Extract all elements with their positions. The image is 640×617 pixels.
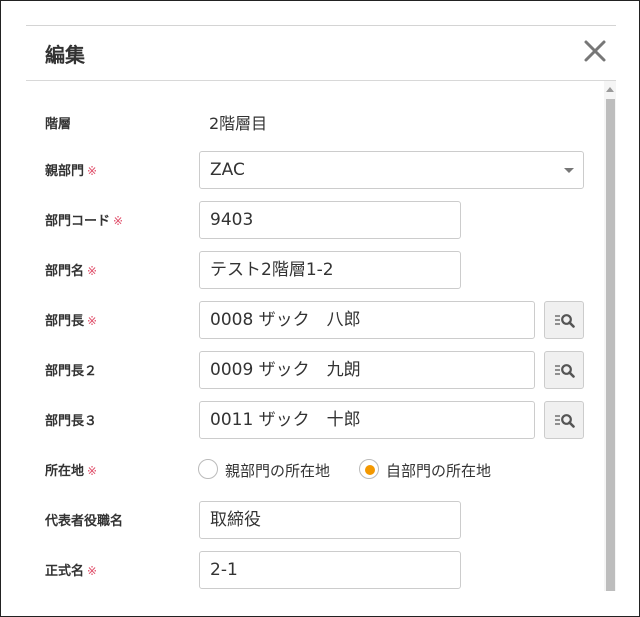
department-head-lookup-button[interactable] [544, 301, 584, 339]
list-search-icon [555, 414, 575, 428]
row-location: 所在地 ※ 親部門の所在地 自部門の所在地 [26, 459, 604, 481]
edit-dialog-window: 編集 階層 2階層目 親部門 ※ ZAC 部門コード ※ 9403 部門名 ※ … [0, 0, 640, 617]
official-name-label: 正式名 ※ [45, 564, 98, 579]
required-mark: ※ [113, 214, 124, 228]
location-option-own-label: 自部門の所在地 [386, 462, 492, 480]
parent-department-value: ZAC [210, 160, 245, 180]
required-mark: ※ [87, 164, 98, 178]
department-head-label: 部門長 ※ [45, 314, 98, 329]
department-head-2-label: 部門長２ [45, 364, 98, 379]
department-head-3-input[interactable]: 0011 ザック 十郎 [199, 401, 535, 439]
list-search-icon [555, 314, 575, 328]
department-head-2-lookup-button[interactable] [544, 351, 584, 389]
department-code-label: 部門コード ※ [45, 214, 124, 229]
required-mark: ※ [87, 264, 98, 278]
representative-title-input[interactable]: 取締役 [199, 501, 461, 539]
close-icon [584, 40, 606, 62]
vertical-scrollbar[interactable] [604, 81, 616, 591]
department-head-3-label: 部門長３ [45, 414, 98, 429]
radio-unchecked-icon [198, 459, 218, 479]
parent-department-select[interactable]: ZAC [199, 151, 584, 189]
required-mark: ※ [87, 314, 98, 328]
department-code-input[interactable]: 9403 [199, 201, 461, 239]
radio-checked-icon [359, 459, 379, 479]
hierarchy-value: 2階層目 [209, 114, 268, 133]
list-search-icon [555, 364, 575, 378]
department-head-2-input[interactable]: 0009 ザック 九朗 [199, 351, 535, 389]
location-option-parent-label: 親部門の所在地 [225, 462, 331, 480]
chevron-down-icon [564, 168, 574, 173]
representative-title-label: 代表者役職名 [45, 514, 124, 529]
department-name-label: 部門名 ※ [45, 264, 98, 279]
department-head-3-lookup-button[interactable] [544, 401, 584, 439]
dialog-header: 編集 [26, 26, 616, 81]
department-head-input[interactable]: 0008 ザック 八郎 [199, 301, 535, 339]
location-label: 所在地 ※ [45, 464, 98, 479]
close-button[interactable] [582, 38, 608, 66]
scrollbar-thumb[interactable] [606, 99, 615, 591]
dialog-body: 階層 2階層目 親部門 ※ ZAC 部門コード ※ 9403 部門名 ※ テスト2階層… [26, 81, 604, 591]
official-name-input[interactable]: 2-1 [199, 551, 461, 589]
required-mark: ※ [87, 564, 98, 578]
scroll-up-icon[interactable] [606, 87, 614, 92]
parent-department-label: 親部門 ※ [45, 164, 98, 179]
department-name-input[interactable]: テスト2階層1-2 [199, 251, 461, 289]
dialog-title: 編集 [45, 43, 85, 67]
required-mark: ※ [87, 464, 98, 478]
hierarchy-label: 階層 [45, 117, 72, 132]
